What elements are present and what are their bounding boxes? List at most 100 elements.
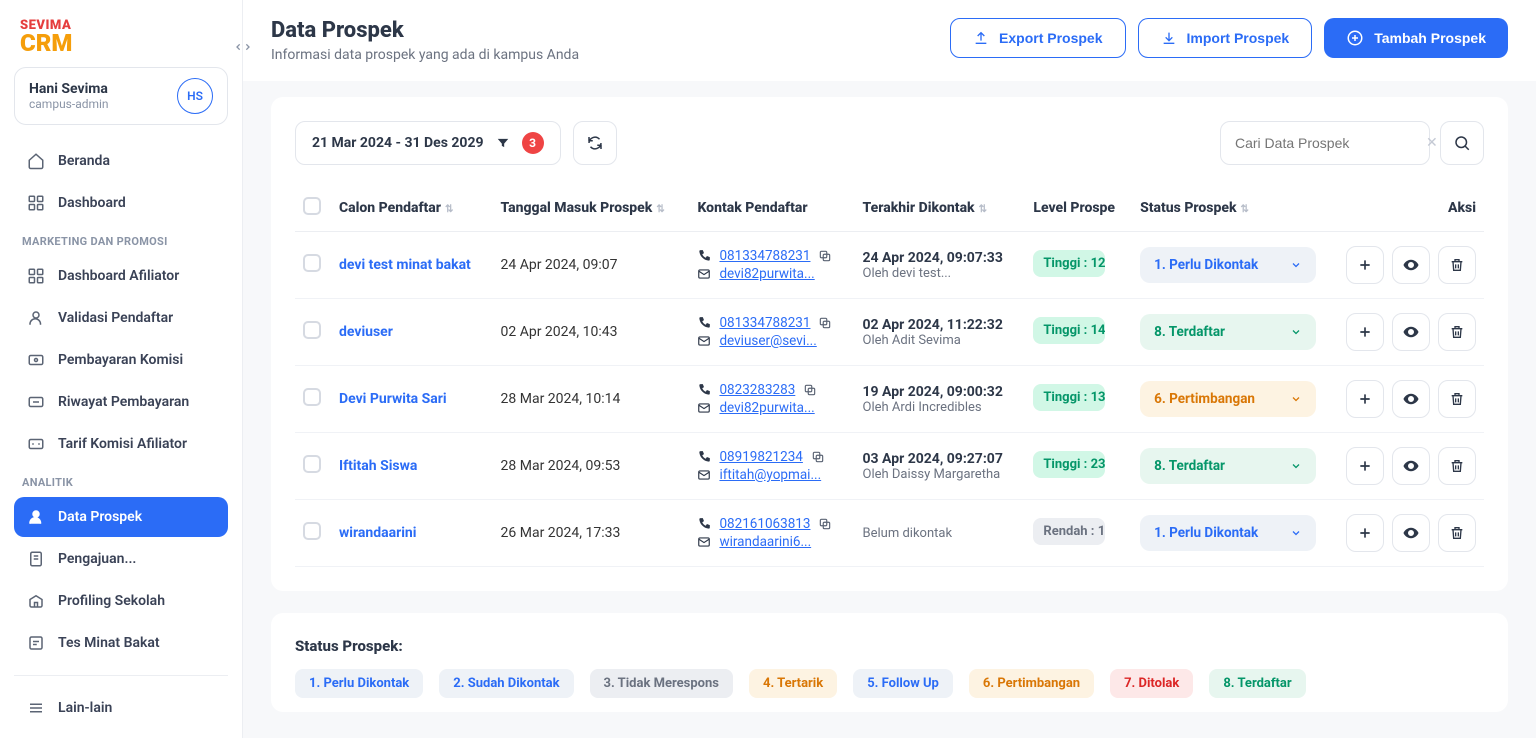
phone-link[interactable]: 081334788231 (719, 315, 810, 331)
prospect-name-link[interactable]: devi test minat bakat (339, 257, 471, 273)
delete-action-button[interactable] (1438, 246, 1476, 284)
view-action-button[interactable] (1392, 246, 1430, 284)
col-last[interactable]: Terakhir Dikontak⇅ (855, 185, 1026, 232)
email-link[interactable]: devi82purwita... (719, 400, 814, 416)
page-subtitle: Informasi data prospek yang ada di kampu… (271, 47, 579, 63)
delete-action-button[interactable] (1438, 313, 1476, 351)
search-box[interactable]: ✕ (1220, 121, 1430, 165)
phone-icon (697, 450, 711, 464)
nav-riwayat-pembayaran[interactable]: Riwayat Pembayaran (14, 382, 228, 422)
add-action-button[interactable] (1346, 447, 1384, 485)
col-name[interactable]: Calon Pendaftar⇅ (331, 185, 493, 232)
view-action-button[interactable] (1392, 514, 1430, 552)
col-date[interactable]: Tanggal Masuk Prospek⇅ (493, 185, 690, 232)
school-icon (26, 591, 46, 611)
prospect-date: 02 Apr 2024, 10:43 (493, 299, 690, 366)
view-action-button[interactable] (1392, 313, 1430, 351)
row-checkbox[interactable] (303, 388, 321, 406)
grid-icon (26, 193, 46, 213)
nav-label: Profiling Sekolah (58, 593, 165, 609)
status-select[interactable]: 6. Pertimbangan (1140, 381, 1316, 417)
filter-count-badge: 3 (522, 132, 544, 154)
nav-validasi-pendaftar[interactable]: Validasi Pendaftar (14, 298, 228, 338)
row-checkbox[interactable] (303, 522, 321, 540)
add-action-button[interactable] (1346, 313, 1384, 351)
col-contact: Kontak Pendaftar (689, 185, 854, 232)
clear-icon[interactable]: ✕ (1426, 135, 1438, 151)
refresh-button[interactable] (573, 121, 617, 165)
prospect-name-link[interactable]: Devi Purwita Sari (339, 391, 447, 407)
email-link[interactable]: wirandaarini6... (719, 534, 811, 550)
search-button[interactable] (1440, 121, 1484, 165)
nav-dashboard[interactable]: Dashboard (14, 183, 228, 223)
history-icon (26, 392, 46, 412)
nav-profiling-sekolah[interactable]: Profiling Sekolah (14, 581, 228, 621)
delete-action-button[interactable] (1438, 447, 1476, 485)
phone-link[interactable]: 0823283283 (719, 382, 795, 398)
logo-text-bottom: CRM (20, 33, 72, 55)
phone-link[interactable]: 081334788231 (719, 248, 810, 264)
collapse-sidebar-icon[interactable] (232, 36, 254, 58)
export-button[interactable]: Export Prospek (950, 18, 1125, 58)
nav-pengajuan[interactable]: Pengajuan... (14, 539, 228, 579)
view-action-button[interactable] (1392, 380, 1430, 418)
status-select[interactable]: 1. Perlu Dikontak (1140, 515, 1316, 551)
nav-data-prospek[interactable]: Data Prospek (14, 497, 228, 537)
copy-icon[interactable] (803, 383, 817, 397)
nav-pembayaran-komisi[interactable]: Pembayaran Komisi (14, 340, 228, 380)
row-checkbox[interactable] (303, 321, 321, 339)
nav-dashboard-afiliator[interactable]: Dashboard Afiliator (14, 256, 228, 296)
status-label: 8. Terdaftar (1154, 458, 1225, 474)
status-label: 1. Perlu Dikontak (1154, 525, 1258, 541)
row-checkbox[interactable] (303, 455, 321, 473)
level-badge: Tinggi : 13 (1033, 384, 1105, 411)
money-icon (26, 350, 46, 370)
date-filter[interactable]: 21 Mar 2024 - 31 Des 2029 3 (295, 121, 561, 165)
button-label: Import Prospek (1187, 30, 1290, 46)
phone-link[interactable]: 08919821234 (719, 449, 802, 465)
person-icon (26, 507, 46, 527)
user-card[interactable]: Hani Sevima campus-admin HS (14, 67, 228, 125)
nav-beranda[interactable]: Beranda (14, 141, 228, 181)
select-all-checkbox[interactable] (303, 197, 321, 215)
delete-action-button[interactable] (1438, 380, 1476, 418)
last-contact-by: Oleh Ardi Incredibles (863, 400, 1018, 415)
copy-icon[interactable] (818, 249, 832, 263)
add-prospek-button[interactable]: Tambah Prospek (1324, 18, 1508, 58)
search-input[interactable] (1235, 135, 1416, 151)
col-status[interactable]: Status Prospek⇅ (1132, 185, 1324, 232)
status-select[interactable]: 8. Terdaftar (1140, 448, 1316, 484)
copy-icon[interactable] (811, 450, 825, 464)
status-label: 1. Perlu Dikontak (1154, 257, 1258, 273)
legend-chip: 5. Follow Up (853, 669, 953, 698)
last-contact-time: 03 Apr 2024, 09:27:07 (863, 451, 1018, 467)
view-action-button[interactable] (1392, 447, 1430, 485)
delete-action-button[interactable] (1438, 514, 1476, 552)
level-badge: Tinggi : 14.2 (1033, 317, 1105, 344)
status-select[interactable]: 8. Terdaftar (1140, 314, 1316, 350)
add-action-button[interactable] (1346, 514, 1384, 552)
email-link[interactable]: iftitah@yopmai... (719, 467, 821, 483)
last-contact-time: 24 Apr 2024, 09:07:33 (863, 250, 1018, 266)
add-action-button[interactable] (1346, 246, 1384, 284)
nav-tarif-komisi[interactable]: Tarif Komisi Afiliator (14, 424, 228, 464)
row-checkbox[interactable] (303, 254, 321, 272)
level-badge: Tinggi : 23.2 (1033, 451, 1105, 478)
phone-icon (697, 383, 711, 397)
add-action-button[interactable] (1346, 380, 1384, 418)
nav-lain-lain[interactable]: Lain-lain (14, 688, 228, 728)
table-row: Iftitah Siswa 28 Mar 2024, 09:53 0891982… (295, 433, 1484, 500)
status-select[interactable]: 1. Perlu Dikontak (1140, 247, 1316, 283)
date-range-text: 21 Mar 2024 - 31 Des 2029 (312, 135, 484, 151)
phone-link[interactable]: 082161063813 (719, 516, 810, 532)
table-row: devi test minat bakat 24 Apr 2024, 09:07… (295, 232, 1484, 299)
email-link[interactable]: devi82purwita... (719, 266, 814, 282)
prospect-name-link[interactable]: Iftitah Siswa (339, 458, 417, 474)
copy-icon[interactable] (818, 517, 832, 531)
prospect-name-link[interactable]: deviuser (339, 324, 393, 340)
prospect-name-link[interactable]: wirandaarini (339, 525, 416, 541)
copy-icon[interactable] (818, 316, 832, 330)
nav-tes-minat-bakat[interactable]: Tes Minat Bakat (14, 623, 228, 663)
email-link[interactable]: deviuser@sevi... (719, 333, 816, 349)
import-button[interactable]: Import Prospek (1138, 18, 1313, 58)
